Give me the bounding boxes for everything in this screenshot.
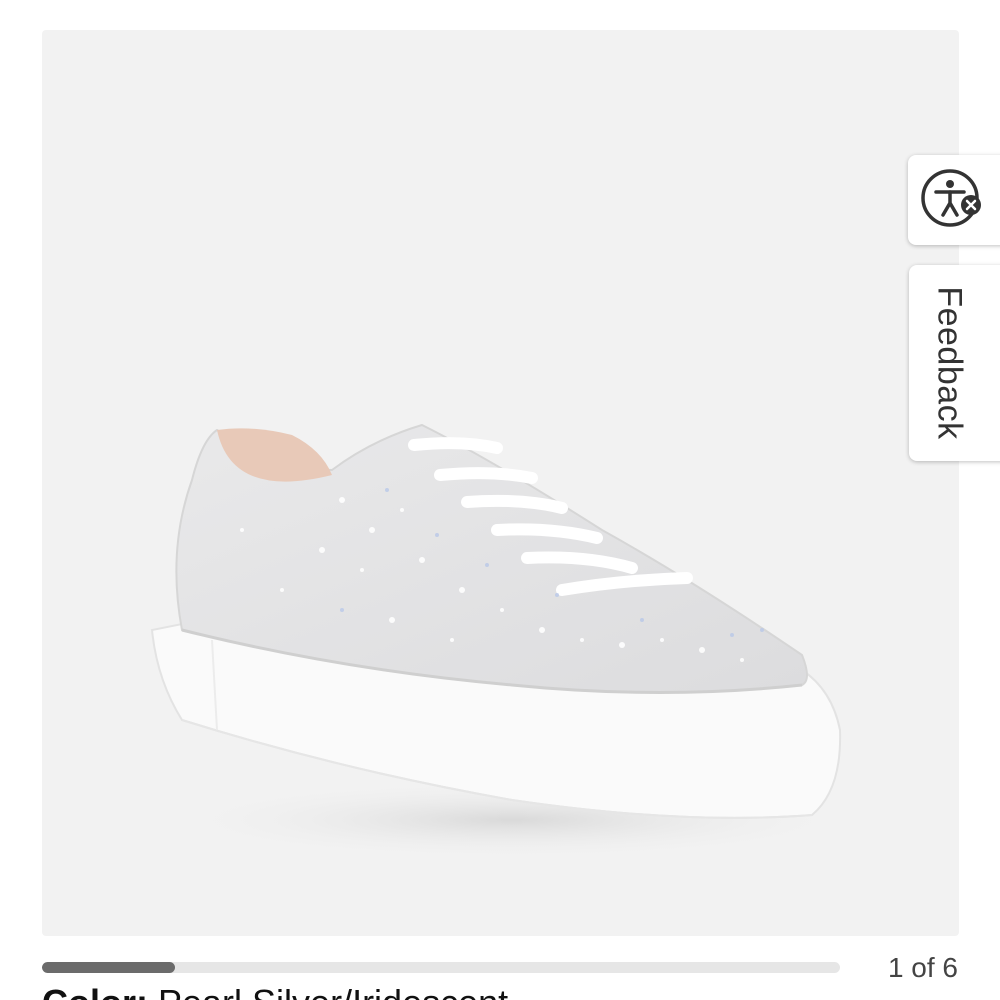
product-color-line: Color: Pearl Silver/Iridescent: [42, 982, 508, 1000]
sneaker-illustration: [150, 423, 862, 860]
gallery-progress-bar: [42, 962, 840, 973]
product-image[interactable]: [42, 30, 959, 936]
gallery-page-counter: 1 of 6: [887, 952, 958, 983]
color-label: Color:: [42, 982, 148, 1000]
feedback-tab-button[interactable]: Feedback: [909, 265, 1000, 461]
feedback-label: Feedback: [930, 286, 969, 440]
color-value: Pearl Silver/Iridescent: [158, 982, 508, 1000]
product-page: Feedback 1 of 6 Color: Pearl Silver/Irid…: [0, 0, 1000, 1000]
accessibility-widget-button[interactable]: [908, 155, 1000, 245]
gallery-progress-fill: [42, 962, 175, 973]
accessibility-person-icon: [920, 165, 986, 236]
